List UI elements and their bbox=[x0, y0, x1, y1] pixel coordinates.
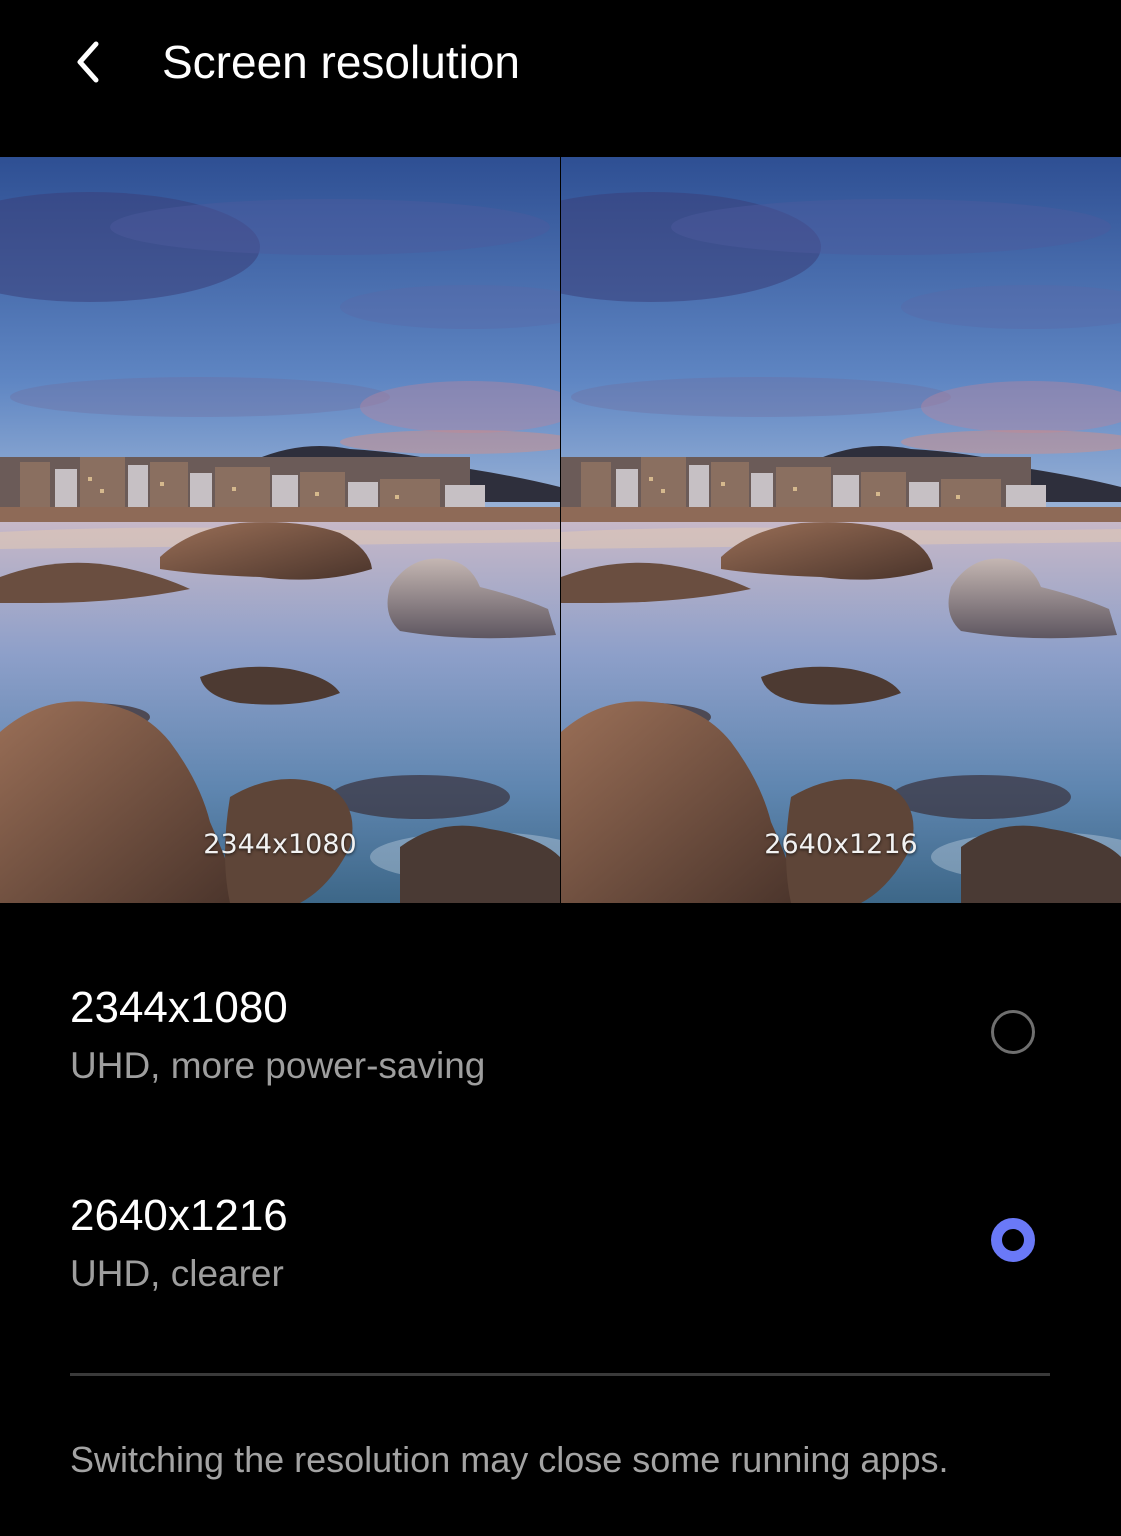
page-title: Screen resolution bbox=[162, 36, 520, 88]
footnote-text: Switching the resolution may close some … bbox=[70, 1439, 949, 1480]
resolution-preview-comparison: 2344x1080 2640x1216 bbox=[0, 157, 1121, 903]
resolution-option-2344x1080[interactable]: 2344x1080 UHD, more power-saving bbox=[0, 962, 1121, 1112]
chevron-left-icon bbox=[77, 41, 99, 83]
preview-label-low-res: 2344x1080 bbox=[203, 829, 357, 860]
radio-button[interactable] bbox=[991, 1010, 1035, 1054]
app-bar: Screen resolution bbox=[0, 0, 1121, 125]
option-subtitle: UHD, clearer bbox=[70, 1253, 284, 1294]
beach-landscape-image bbox=[561, 157, 1121, 903]
radio-button[interactable] bbox=[991, 1218, 1035, 1262]
preview-label-high-res: 2640x1216 bbox=[764, 829, 918, 860]
back-button[interactable] bbox=[60, 34, 116, 90]
preview-image-high-res: 2640x1216 bbox=[561, 157, 1121, 903]
divider bbox=[70, 1373, 1050, 1376]
option-title: 2640x1216 bbox=[70, 1191, 288, 1240]
resolution-option-2640x1216[interactable]: 2640x1216 UHD, clearer bbox=[0, 1170, 1121, 1320]
option-subtitle: UHD, more power-saving bbox=[70, 1045, 486, 1086]
beach-landscape-image bbox=[0, 157, 560, 903]
preview-image-low-res: 2344x1080 bbox=[0, 157, 560, 903]
option-title: 2344x1080 bbox=[70, 983, 288, 1032]
